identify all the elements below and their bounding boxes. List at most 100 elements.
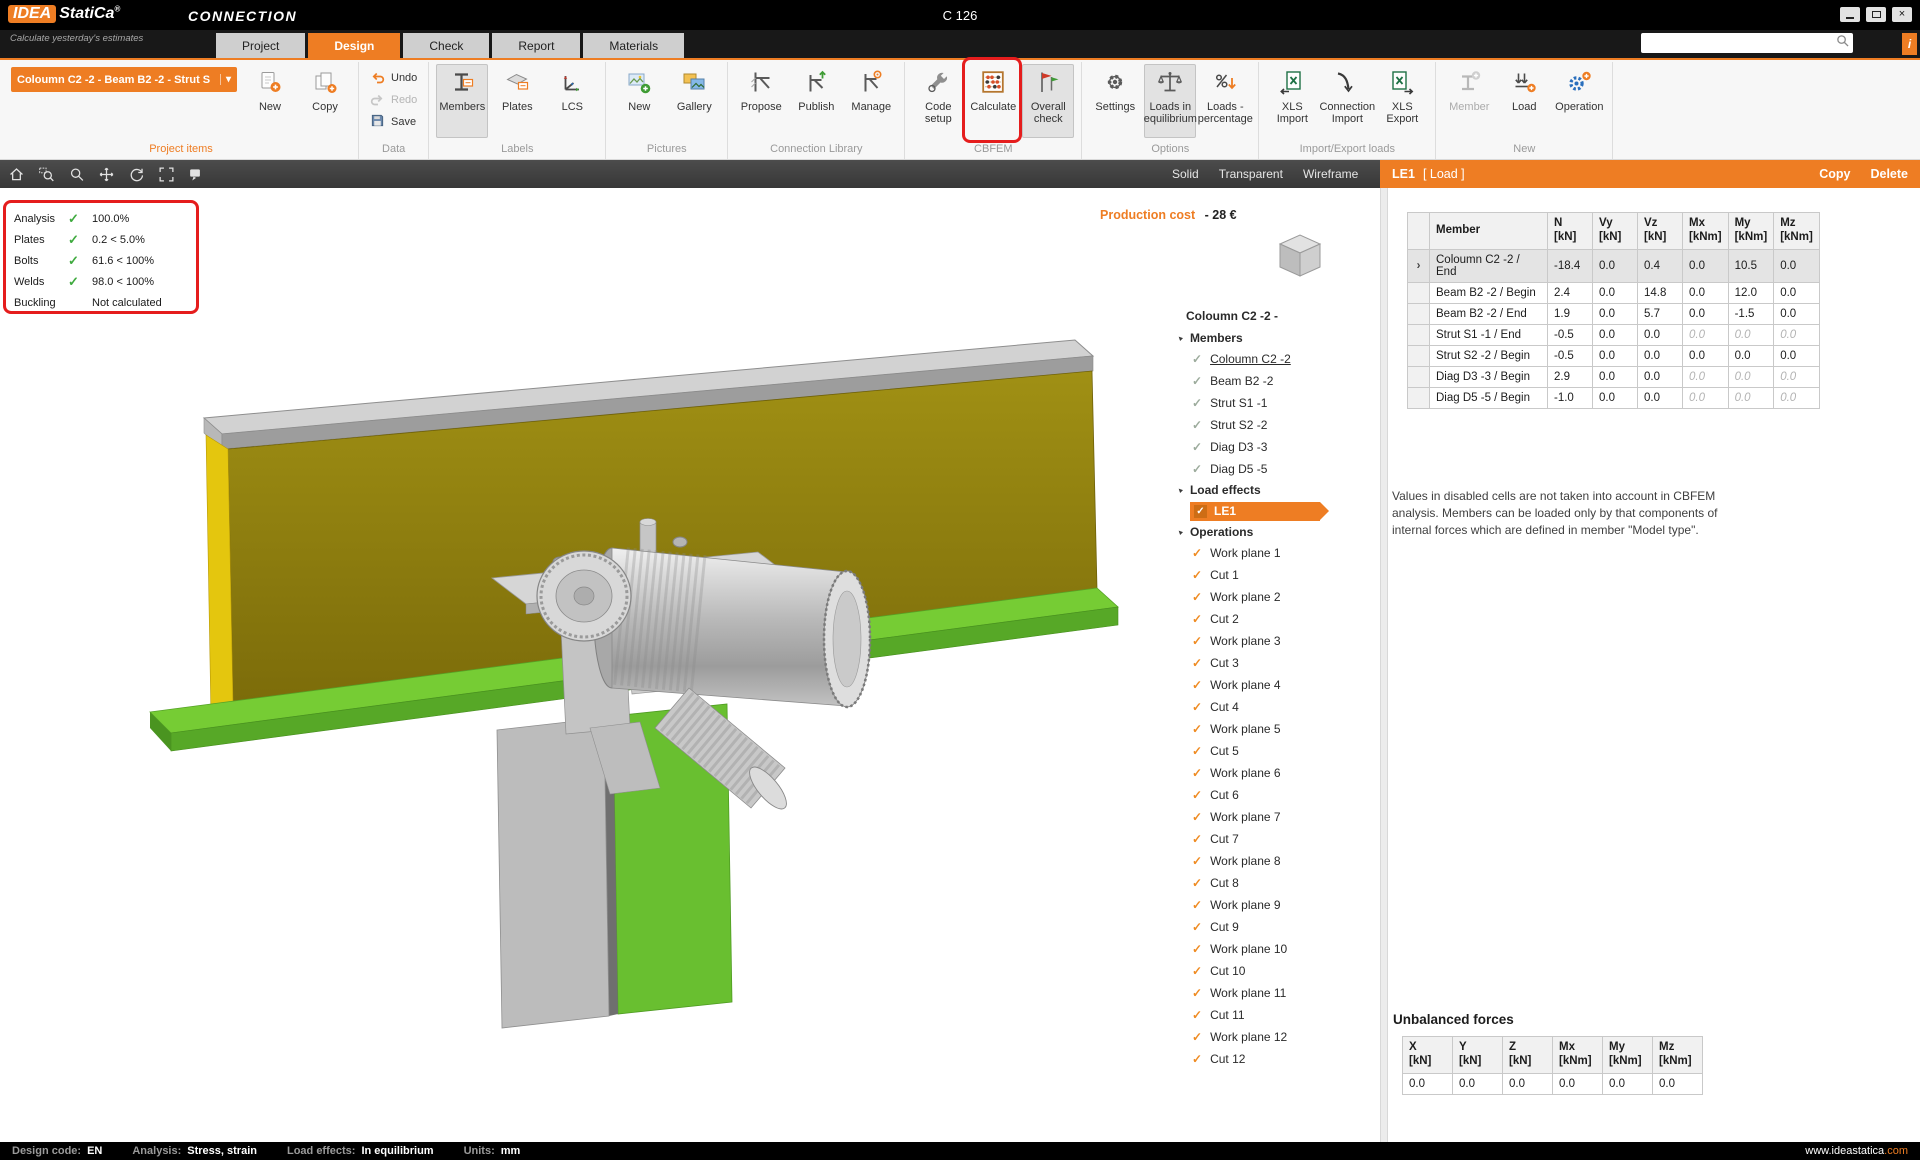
ribbon-button-copy[interactable]: Copy (299, 64, 351, 138)
zoom-icon[interactable] (68, 166, 85, 183)
maximize-button[interactable] (1866, 7, 1886, 22)
search-box[interactable] (1641, 33, 1853, 53)
ribbon-button-code-setup[interactable]: Code setup (912, 64, 964, 138)
tree-item-cut-11[interactable]: ✓Cut 11 (1168, 1004, 1380, 1026)
copy-button[interactable]: Copy (1819, 167, 1850, 181)
value-cell[interactable]: 0.0 (1638, 345, 1683, 366)
home-icon[interactable] (8, 166, 25, 183)
value-cell[interactable]: 0.0 (1774, 303, 1820, 324)
value-cell[interactable]: 0.0 (1683, 282, 1729, 303)
ribbon-button-redo[interactable]: Redo (366, 90, 421, 110)
tab-materials[interactable]: Materials (583, 33, 684, 58)
value-cell[interactable]: -1.0 (1548, 387, 1593, 408)
panel-divider[interactable] (1380, 188, 1388, 1142)
ribbon-button-member[interactable]: Member (1443, 64, 1495, 138)
ribbon-button-undo[interactable]: Undo (366, 68, 421, 88)
ribbon-button-connection-import[interactable]: Connection Import (1321, 64, 1373, 138)
tree-item-cut-9[interactable]: ✓Cut 9 (1168, 916, 1380, 938)
value-cell[interactable]: 0.0 (1774, 387, 1820, 408)
value-cell[interactable]: 0.0 (1774, 249, 1820, 282)
tab-design[interactable]: Design (308, 33, 400, 58)
ribbon-button-plates[interactable]: Plates (491, 64, 543, 138)
tree-item-work-plane-7[interactable]: ✓Work plane 7 (1168, 806, 1380, 828)
value-cell[interactable]: 0.0 (1728, 387, 1774, 408)
tree-item-work-plane-9[interactable]: ✓Work plane 9 (1168, 894, 1380, 916)
value-cell[interactable]: -18.4 (1548, 249, 1593, 282)
info-button[interactable]: i (1902, 33, 1917, 55)
view-mode-transparent[interactable]: Transparent (1219, 167, 1283, 181)
tab-report[interactable]: Report (492, 33, 580, 58)
tree-item-coloumn-c2-2[interactable]: ✓Coloumn C2 -2 (1168, 348, 1380, 370)
value-cell[interactable]: 0.0 (1683, 249, 1729, 282)
value-cell[interactable]: 14.8 (1638, 282, 1683, 303)
tree-item-work-plane-2[interactable]: ✓Work plane 2 (1168, 586, 1380, 608)
value-cell[interactable]: 0.0 (1593, 387, 1638, 408)
project-items-combo[interactable]: Coloumn C2 -2 - Beam B2 -2 - Strut S▾ (11, 67, 237, 92)
value-cell[interactable]: 0.0 (1638, 366, 1683, 387)
table-row[interactable]: ›Coloumn C2 -2 / End-18.40.00.40.010.50.… (1408, 249, 1820, 282)
value-cell[interactable]: -0.5 (1548, 345, 1593, 366)
row-selector[interactable] (1408, 324, 1430, 345)
tree-item-cut-3[interactable]: ✓Cut 3 (1168, 652, 1380, 674)
tree-item-work-plane-3[interactable]: ✓Work plane 3 (1168, 630, 1380, 652)
rotate-icon[interactable] (128, 166, 145, 183)
table-row[interactable]: Beam B2 -2 / Begin2.40.014.80.012.00.0 (1408, 282, 1820, 303)
view-mode-solid[interactable]: Solid (1172, 167, 1199, 181)
value-cell[interactable]: 5.7 (1638, 303, 1683, 324)
value-cell[interactable]: 0.0 (1593, 303, 1638, 324)
checkbox-checked-icon[interactable]: ✓ (1194, 505, 1207, 518)
tree-section-members[interactable]: ▲Members (1168, 328, 1380, 348)
tab-check[interactable]: Check (403, 33, 489, 58)
value-cell[interactable]: -0.5 (1548, 324, 1593, 345)
fit-icon[interactable] (158, 166, 175, 183)
ribbon-button-xls-export[interactable]: XLS Export (1376, 64, 1428, 138)
tree-item-cut-7[interactable]: ✓Cut 7 (1168, 828, 1380, 850)
value-cell[interactable]: 0.0 (1774, 345, 1820, 366)
value-cell[interactable]: 12.0 (1728, 282, 1774, 303)
tree-item-work-plane-12[interactable]: ✓Work plane 12 (1168, 1026, 1380, 1048)
ribbon-button-operation[interactable]: Operation (1553, 64, 1605, 138)
tree-item-cut-1[interactable]: ✓Cut 1 (1168, 564, 1380, 586)
row-selector[interactable] (1408, 366, 1430, 387)
table-row[interactable]: Strut S2 -2 / Begin-0.50.00.00.00.00.0 (1408, 345, 1820, 366)
tree-item-cut-4[interactable]: ✓Cut 4 (1168, 696, 1380, 718)
ribbon-button-loads-in-equilibrium[interactable]: Loads in equilibrium (1144, 64, 1196, 138)
tree-item-cut-10[interactable]: ✓Cut 10 (1168, 960, 1380, 982)
value-cell[interactable]: 0.0 (1638, 387, 1683, 408)
tree-item-cut-6[interactable]: ✓Cut 6 (1168, 784, 1380, 806)
close-button[interactable]: × (1892, 7, 1912, 22)
value-cell[interactable]: 0.0 (1593, 249, 1638, 282)
tree-item-work-plane-5[interactable]: ✓Work plane 5 (1168, 718, 1380, 740)
table-row[interactable]: Diag D5 -5 / Begin-1.00.00.00.00.00.0 (1408, 387, 1820, 408)
tree-item-work-plane-10[interactable]: ✓Work plane 10 (1168, 938, 1380, 960)
tab-project[interactable]: Project (216, 33, 305, 58)
tree-item-diag-d3-3[interactable]: ✓Diag D3 -3 (1168, 436, 1380, 458)
value-cell[interactable]: 2.4 (1548, 282, 1593, 303)
value-cell[interactable]: 0.0 (1683, 387, 1729, 408)
value-cell[interactable]: 0.0 (1638, 324, 1683, 345)
tree-item-work-plane-1[interactable]: ✓Work plane 1 (1168, 542, 1380, 564)
tree-item-work-plane-4[interactable]: ✓Work plane 4 (1168, 674, 1380, 696)
value-cell[interactable]: 0.0 (1728, 345, 1774, 366)
value-cell[interactable]: 0.0 (1683, 324, 1729, 345)
value-cell[interactable]: 0.0 (1774, 366, 1820, 387)
ribbon-button-settings[interactable]: Settings (1089, 64, 1141, 138)
value-cell[interactable]: 0.0 (1683, 303, 1729, 324)
view-mode-wireframe[interactable]: Wireframe (1303, 167, 1358, 181)
ribbon-button-calculate[interactable]: Calculate (967, 64, 1019, 138)
tree-item-cut-8[interactable]: ✓Cut 8 (1168, 872, 1380, 894)
ribbon-button-save[interactable]: Save (366, 112, 420, 132)
row-selector[interactable] (1408, 282, 1430, 303)
tree-item-beam-b2-2[interactable]: ✓Beam B2 -2 (1168, 370, 1380, 392)
tree-section-operations[interactable]: ▲Operations (1168, 522, 1380, 542)
tree-item-cut-5[interactable]: ✓Cut 5 (1168, 740, 1380, 762)
ribbon-button-lcs[interactable]: LCS (546, 64, 598, 138)
ribbon-button-loads-percentage[interactable]: Loads - percentage (1199, 64, 1251, 138)
value-cell[interactable]: 0.0 (1774, 282, 1820, 303)
value-cell[interactable]: 0.0 (1593, 366, 1638, 387)
table-row[interactable]: Diag D3 -3 / Begin2.90.00.00.00.00.0 (1408, 366, 1820, 387)
ribbon-button-new[interactable]: New (244, 64, 296, 138)
value-cell[interactable]: -1.5 (1728, 303, 1774, 324)
ribbon-button-new[interactable]: New (613, 64, 665, 138)
tree-item-strut-s2-2[interactable]: ✓Strut S2 -2 (1168, 414, 1380, 436)
